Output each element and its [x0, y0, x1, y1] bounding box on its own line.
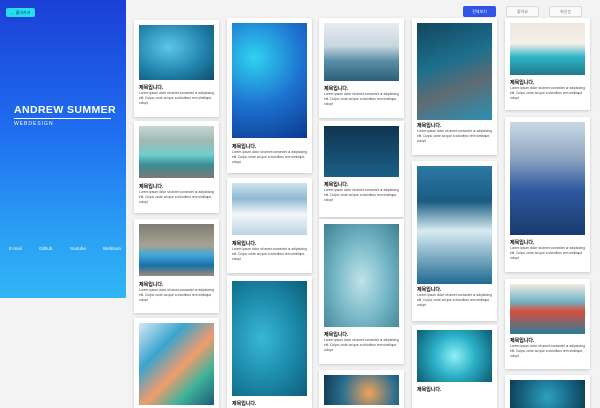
- back-button[interactable]: ← 돌아가기: [6, 8, 35, 17]
- gallery-card[interactable]: 제목입니다. Lorem ipsum dolor sit amet consec…: [134, 219, 219, 313]
- card-title: 제목입니다.: [139, 282, 164, 288]
- card-description: Lorem ipsum dolor sit amet consectet ur …: [232, 247, 307, 261]
- card-description: Lorem ipsum dolor sit amet consectet ur …: [324, 188, 399, 202]
- card-image: [417, 330, 492, 382]
- card-image: [417, 23, 492, 120]
- link-webtoon[interactable]: Webtoon: [103, 246, 121, 251]
- card-image: [139, 25, 214, 80]
- gallery-card[interactable]: 제목입니다. Lorem ipsum dolor sit amet consec…: [227, 178, 312, 273]
- card-image: [139, 224, 214, 276]
- card-description: Lorem ipsum dolor sit amet consectet ur …: [417, 293, 492, 307]
- card-description: Lorem ipsum dolor sit amet consectet ur …: [510, 86, 585, 100]
- card-description: Lorem ipsum dolor sit amet consectet ur …: [232, 150, 307, 164]
- card-description: Lorem ipsum dolor sit amet consectet ur …: [139, 91, 214, 105]
- card-image: [139, 126, 214, 178]
- card-image: [139, 323, 214, 405]
- card-image: [510, 122, 585, 235]
- gallery-card[interactable]: 제목입니다. Lorem ipsum dolor sit amet consec…: [505, 279, 590, 369]
- card-image: [510, 23, 585, 75]
- card-image: [417, 166, 492, 284]
- social-links: E-mail Github Youtube Webtoon: [9, 246, 121, 251]
- card-image: [324, 224, 399, 327]
- gallery-card[interactable]: [319, 370, 404, 408]
- card-image: [510, 284, 585, 334]
- card-image: [324, 23, 399, 81]
- link-email[interactable]: E-mail: [9, 246, 22, 251]
- card-title: 제목입니다.: [324, 86, 349, 92]
- card-description: Lorem ipsum dolor sit amet consectet ur …: [510, 246, 585, 260]
- card-title: 제목입니다.: [417, 123, 442, 129]
- card-title: 제목입니다.: [232, 144, 257, 150]
- gallery-card[interactable]: 제목입니다. Lorem ipsum dolor sit amet consec…: [134, 20, 219, 117]
- gallery-card[interactable]: [505, 375, 590, 408]
- card-image: [232, 183, 307, 235]
- card-title: 제목입니다.: [417, 287, 442, 293]
- card-title: 제목입니다.: [139, 85, 164, 91]
- card-title: 제목입니다.: [510, 240, 535, 246]
- card-image: [232, 281, 307, 396]
- name-divider: [14, 118, 111, 119]
- likes-button[interactable]: 좋아요: [506, 6, 539, 17]
- card-title: 제목입니다.: [510, 338, 535, 344]
- gallery-card[interactable]: 제목입니다. Lorem ipsum dolor sit amet consec…: [134, 121, 219, 213]
- gallery-card[interactable]: [134, 318, 219, 408]
- gallery-card[interactable]: 제목입니다. Lorem ipsum dolor sit amet consec…: [319, 18, 404, 118]
- card-title: 제목입니다.: [139, 184, 164, 190]
- card-title: 제목입니다.: [232, 241, 257, 247]
- card-image: [232, 23, 307, 138]
- link-youtube[interactable]: Youtube: [69, 246, 85, 251]
- card-description: Lorem ipsum dolor sit amet consectet ur …: [139, 288, 214, 302]
- filter-toolbar: 전체보기 좋아요 최신순: [463, 6, 582, 17]
- card-image: [324, 375, 399, 405]
- card-image: [510, 380, 585, 408]
- gallery-card[interactable]: 제목입니다. Lorem ipsum dolor sit amet consec…: [319, 121, 404, 217]
- card-title: 제목입니다.: [232, 401, 257, 407]
- view-all-button[interactable]: 전체보기: [463, 6, 496, 17]
- card-title: 제목입니다.: [417, 387, 442, 393]
- gallery-card[interactable]: 제목입니다.: [227, 276, 312, 408]
- gallery-card[interactable]: 제목입니다. Lorem ipsum dolor sit amet consec…: [412, 161, 497, 321]
- profile-name: ANDREW SUMMER: [14, 104, 117, 116]
- card-description: Lorem ipsum dolor sit amet consectet ur …: [417, 129, 492, 143]
- gallery-card[interactable]: 제목입니다. Lorem ipsum dolor sit amet consec…: [412, 18, 497, 155]
- card-title: 제목입니다.: [510, 80, 535, 86]
- gallery-card[interactable]: 제목입니다. Lorem ipsum dolor sit amet consec…: [505, 18, 590, 110]
- card-description: Lorem ipsum dolor sit amet consectet ur …: [510, 344, 585, 358]
- card-image: [324, 126, 399, 177]
- gallery-card[interactable]: 제목입니다.: [412, 325, 497, 408]
- gallery-card[interactable]: 제목입니다. Lorem ipsum dolor sit amet consec…: [505, 117, 590, 272]
- latest-button[interactable]: 최신순: [549, 6, 582, 17]
- card-description: Lorem ipsum dolor sit amet consectet ur …: [324, 338, 399, 352]
- card-description: Lorem ipsum dolor sit amet consectet ur …: [139, 190, 214, 204]
- gallery-card[interactable]: 제목입니다. Lorem ipsum dolor sit amet consec…: [227, 18, 312, 173]
- link-github[interactable]: Github: [39, 246, 52, 251]
- card-title: 제목입니다.: [324, 182, 349, 188]
- card-description: Lorem ipsum dolor sit amet consectet ur …: [324, 92, 399, 106]
- profile-role: WEBDESIGN: [14, 121, 54, 127]
- gallery-card[interactable]: 제목입니다. Lorem ipsum dolor sit amet consec…: [319, 219, 404, 364]
- card-title: 제목입니다.: [324, 332, 349, 338]
- profile-sidebar: ← 돌아가기 ANDREW SUMMER WEBDESIGN E-mail Gi…: [0, 0, 126, 298]
